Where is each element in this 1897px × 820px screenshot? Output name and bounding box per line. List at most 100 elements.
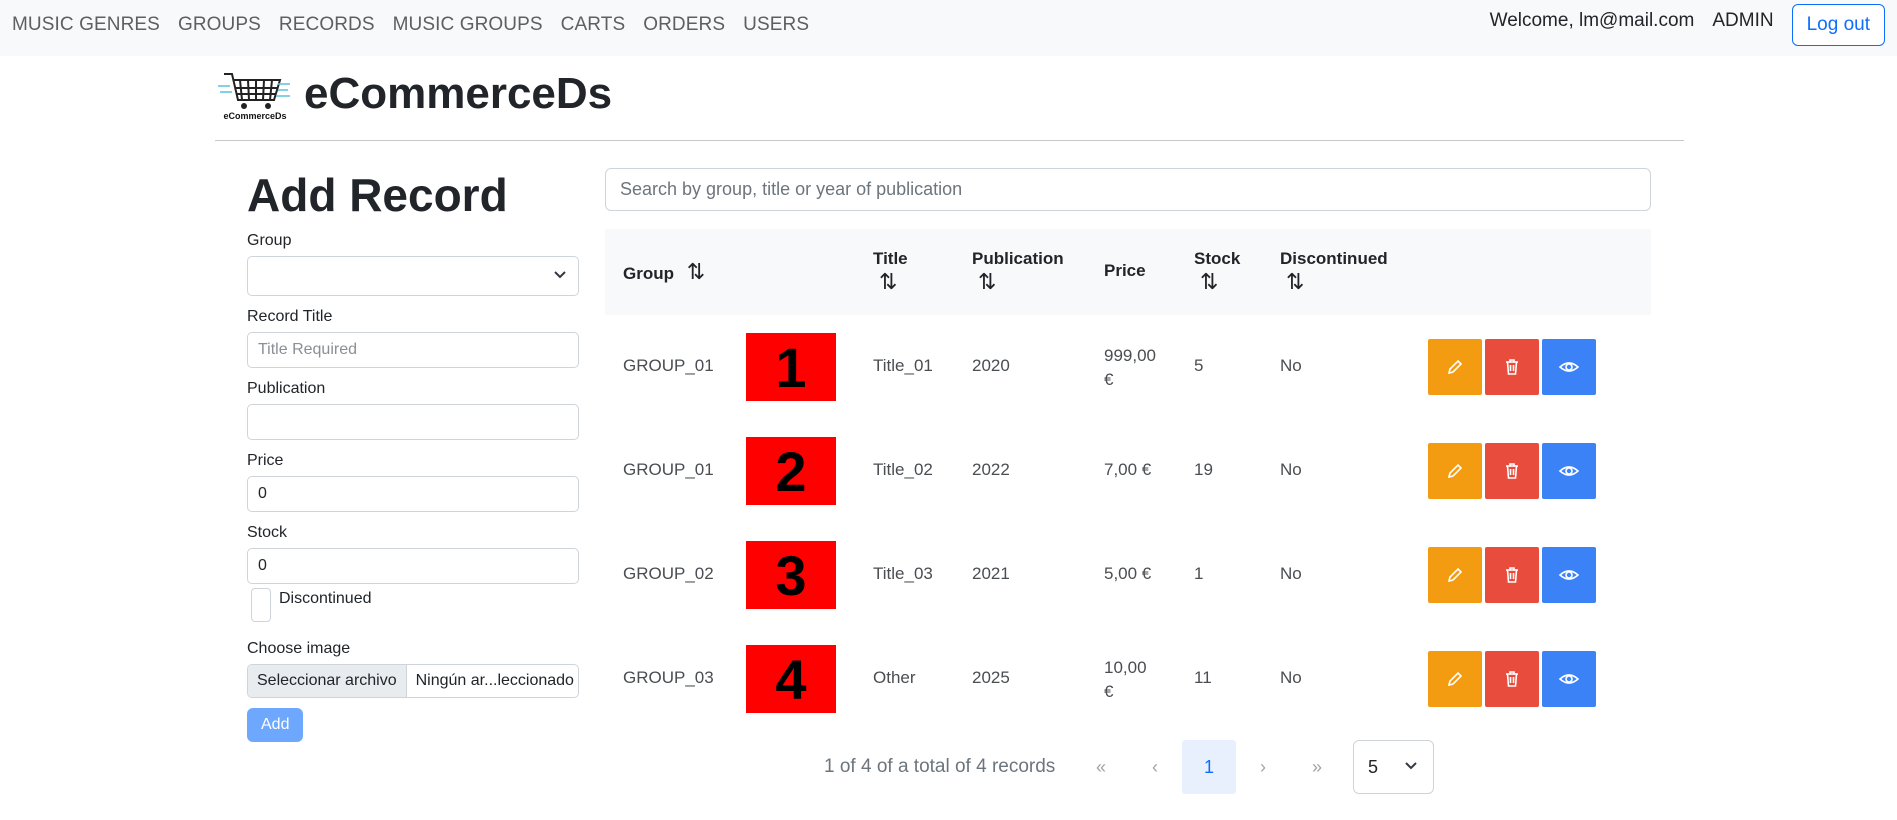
top-navbar: MUSIC GENRES GROUPS RECORDS MUSIC GROUPS… — [0, 0, 1897, 56]
cell-price: 999,00 € — [1104, 346, 1156, 389]
cart-logo-icon: eCommerceDs — [218, 66, 292, 122]
cell-price: 10,00 € — [1104, 658, 1147, 701]
view-button[interactable] — [1542, 443, 1596, 499]
header-title[interactable]: Title ⇅ — [873, 249, 908, 295]
nav-links: MUSIC GENRES GROUPS RECORDS MUSIC GROUPS… — [12, 14, 827, 36]
table-row: GROUP_01 1 Title_01 2020 999,00 € 5 No — [605, 315, 1651, 419]
view-button[interactable] — [1542, 339, 1596, 395]
record-title-input[interactable]: Title Required — [247, 332, 579, 368]
cell-title: Title_01 — [873, 356, 933, 375]
page-1-button[interactable]: 1 — [1182, 740, 1236, 794]
nav-carts[interactable]: CARTS — [561, 14, 626, 36]
cell-publication: 2021 — [972, 564, 1010, 583]
page-size-value: 5 — [1368, 756, 1379, 777]
sort-icon[interactable]: ⇅ — [1200, 269, 1240, 295]
cell-group: GROUP_02 — [623, 564, 714, 583]
header-discontinued[interactable]: Discontinued ⇅ — [1280, 249, 1388, 295]
eye-icon — [1558, 570, 1580, 580]
brand-name: eCommerceDs — [304, 69, 613, 118]
brand-header: eCommerceDs eCommerceDs — [218, 66, 612, 122]
nav-orders[interactable]: ORDERS — [643, 14, 725, 36]
last-page-button[interactable]: » — [1290, 740, 1344, 794]
pagination-info: 1 of 4 of a total of 4 records — [824, 756, 1056, 777]
edit-button[interactable] — [1428, 547, 1482, 603]
view-button[interactable] — [1542, 547, 1596, 603]
cell-discontinued: No — [1280, 668, 1302, 687]
discontinued-label: Discontinued — [279, 590, 372, 607]
next-page-button[interactable]: › — [1236, 740, 1290, 794]
cell-title: Title_03 — [873, 564, 933, 583]
stock-input[interactable]: 0 — [247, 548, 579, 584]
sort-icon[interactable]: ⇅ — [978, 269, 1064, 295]
nav-groups[interactable]: GROUPS — [178, 14, 261, 36]
add-record-form: Add Record Group Record Title Title Requ… — [247, 168, 579, 742]
record-title-label: Record Title — [247, 308, 333, 325]
record-image: 2 — [746, 437, 836, 505]
edit-button[interactable] — [1428, 443, 1482, 499]
file-name-text: Ningún ar...leccionado — [415, 672, 574, 689]
eye-icon — [1558, 674, 1580, 684]
cell-stock: 19 — [1194, 460, 1213, 479]
choose-image-label: Choose image — [247, 640, 351, 657]
nav-records[interactable]: RECORDS — [279, 14, 375, 36]
cell-group: GROUP_01 — [623, 460, 714, 479]
image-file-input[interactable]: Seleccionar archivo Ningún ar...lecciona… — [247, 664, 579, 698]
edit-button[interactable] — [1428, 651, 1482, 707]
trash-icon — [1506, 567, 1518, 583]
trash-icon — [1506, 671, 1518, 687]
trash-icon — [1506, 359, 1518, 375]
header-group[interactable]: Group ⇅ — [623, 259, 705, 285]
sort-icon[interactable]: ⇅ — [687, 259, 705, 284]
delete-button[interactable] — [1485, 547, 1539, 603]
cell-discontinued: No — [1280, 564, 1302, 583]
pencil-icon — [1447, 671, 1463, 687]
discontinued-row: Discontinued — [251, 588, 579, 622]
edit-button[interactable] — [1428, 339, 1482, 395]
nav-users[interactable]: USERS — [743, 14, 809, 36]
header-divider — [215, 140, 1684, 141]
page-size-select[interactable]: 5 — [1353, 740, 1434, 794]
record-image: 1 — [746, 333, 836, 401]
cell-stock: 5 — [1194, 356, 1204, 375]
delete-button[interactable] — [1485, 651, 1539, 707]
table-row: GROUP_03 4 Other 2025 10,00 € 11 No — [605, 627, 1651, 731]
group-label: Group — [247, 232, 292, 249]
chevron-down-icon — [1403, 757, 1419, 778]
view-button[interactable] — [1542, 651, 1596, 707]
form-title: Add Record — [247, 169, 508, 221]
discontinued-checkbox[interactable] — [251, 588, 271, 622]
price-input[interactable]: 0 — [247, 476, 579, 512]
sort-icon[interactable]: ⇅ — [1286, 269, 1388, 295]
logout-button[interactable]: Log out — [1791, 4, 1885, 46]
header-stock[interactable]: Stock ⇅ — [1194, 249, 1240, 295]
publication-label: Publication — [247, 380, 326, 397]
cell-discontinued: No — [1280, 460, 1302, 479]
delete-button[interactable] — [1485, 443, 1539, 499]
header-publication[interactable]: Publication ⇅ — [972, 249, 1064, 295]
eye-icon — [1558, 466, 1580, 476]
search-input[interactable]: Search by group, title or year of public… — [605, 168, 1651, 211]
cell-title: Title_02 — [873, 460, 933, 479]
prev-page-button[interactable]: ‹ — [1128, 740, 1182, 794]
trash-icon — [1506, 463, 1518, 479]
nav-user-area: Welcome, lm@mail.com ADMIN Log out — [1490, 4, 1885, 46]
cell-title: Other — [873, 668, 916, 687]
pagination: 1 of 4 of a total of 4 records « ‹ 1 › »… — [0, 740, 1897, 796]
add-button[interactable]: Add — [247, 708, 304, 742]
records-table: Group ⇅ Title ⇅ Publication ⇅ Price Stoc… — [605, 229, 1651, 731]
cell-group: GROUP_01 — [623, 356, 714, 375]
first-page-button[interactable]: « — [1074, 740, 1128, 794]
table-header: Group ⇅ Title ⇅ Publication ⇅ Price Stoc… — [605, 229, 1651, 315]
welcome-text: Welcome, lm@mail.com — [1489, 10, 1695, 31]
pencil-icon — [1447, 567, 1463, 583]
group-select[interactable] — [247, 256, 579, 296]
nav-music-groups[interactable]: MUSIC GROUPS — [393, 14, 543, 36]
sort-icon[interactable]: ⇅ — [879, 269, 908, 295]
publication-input[interactable] — [247, 404, 579, 440]
nav-music-genres[interactable]: MUSIC GENRES — [12, 14, 160, 36]
delete-button[interactable] — [1485, 339, 1539, 395]
header-price: Price — [1104, 261, 1146, 280]
cell-group: GROUP_03 — [623, 668, 714, 687]
price-label: Price — [247, 452, 284, 469]
choose-file-button[interactable]: Seleccionar archivo — [248, 665, 407, 697]
